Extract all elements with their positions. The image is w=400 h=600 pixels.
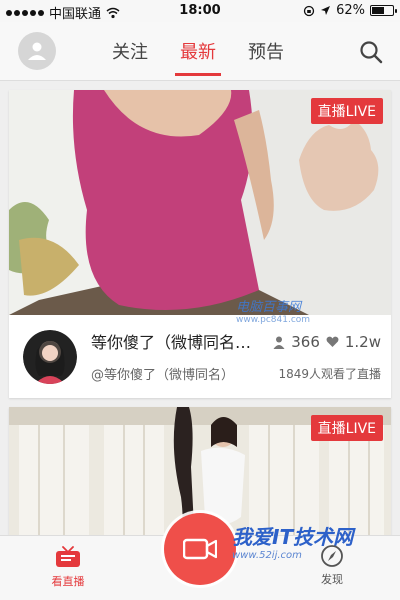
heart-icon [326, 336, 339, 347]
stream-stats: 366 1.2w [273, 333, 381, 351]
tab-discover[interactable]: 发现 [308, 544, 356, 587]
tab-latest[interactable]: 最新 [175, 38, 221, 76]
host-avatar[interactable] [23, 330, 77, 384]
follower-count: 366 [291, 333, 320, 351]
battery-percent: 62% [336, 3, 365, 18]
watermark-top-url: www.pc841.com [236, 315, 311, 325]
search-icon[interactable] [358, 39, 384, 65]
host-handle: @等你傻了（微博同名） [91, 368, 235, 383]
video-camera-icon [183, 538, 217, 560]
user-icon [28, 42, 46, 60]
tab-watch-live-label: 看直播 [51, 575, 85, 588]
tab-following[interactable]: 关注 [110, 38, 150, 74]
rotation-lock-icon [303, 5, 315, 16]
top-nav: 关注 最新 预告 [0, 22, 400, 81]
watermark-top: 电脑百事网 www.pc841.com [236, 296, 310, 325]
compass-icon [321, 545, 343, 567]
location-icon [321, 6, 331, 15]
watermark-top-text: 电脑百事网 [236, 300, 302, 315]
stream-thumbnail[interactable]: 直播LIVE [9, 90, 391, 315]
status-bar: 中国联通 18:00 62% [0, 0, 400, 22]
viewer-count: 1849人观看了直播 [278, 367, 381, 381]
tab-upcoming[interactable]: 预告 [246, 38, 286, 74]
live-badge-2: 直播LIVE [310, 415, 383, 441]
tv-icon [56, 546, 80, 567]
tab-watch-live[interactable]: 看直播 [44, 546, 92, 589]
stream-title[interactable]: 等你傻了（微博同名… [91, 329, 266, 353]
battery-icon [370, 5, 397, 16]
feed-tabs: 关注 最新 预告 [110, 38, 286, 76]
person-icon [273, 336, 285, 349]
live-badge: 直播LIVE [310, 98, 383, 124]
start-broadcast-button[interactable] [164, 513, 236, 585]
bottom-tab-bar: 看直播 我爱IT技术网 www.52ij.com 发现 [0, 513, 400, 600]
profile-avatar-button[interactable] [18, 32, 56, 70]
live-card[interactable]: 直播LIVE 等你傻了（微博同名… 366 1.2w @等你傻了（微博同名） 1… [9, 90, 391, 398]
like-count: 1.2w [344, 333, 381, 351]
stream-info: 等你傻了（微博同名… 366 1.2w @等你傻了（微博同名） 1849人观看了… [9, 315, 391, 398]
tab-discover-label: 发现 [321, 573, 343, 586]
